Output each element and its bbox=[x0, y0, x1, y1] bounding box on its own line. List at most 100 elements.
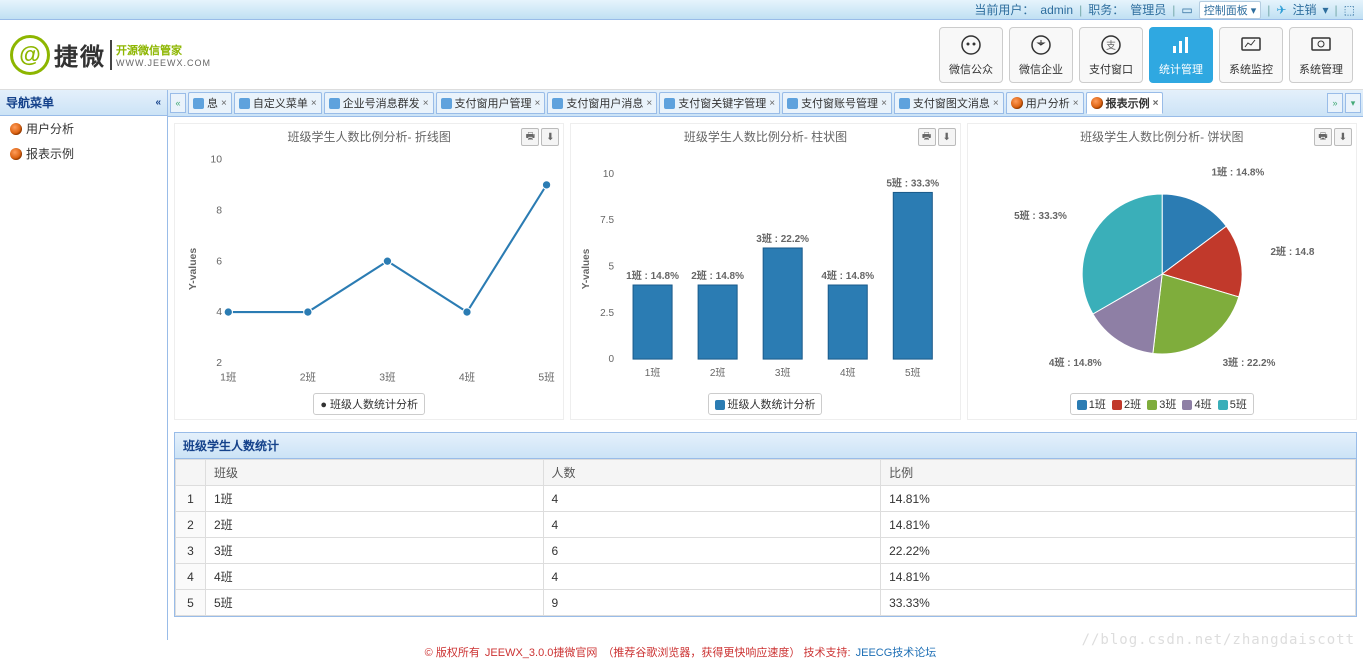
pie-chart: 1班 : 14.8%2班 : 14.83班 : 22.2%4班 : 14.8%5… bbox=[972, 149, 1352, 389]
tab-支付窗图文消息[interactable]: 支付窗图文消息× bbox=[894, 92, 1004, 114]
svg-text:5班 : 33.3%: 5班 : 33.3% bbox=[887, 176, 940, 189]
module-微信公众[interactable]: 微信公众 bbox=[939, 27, 1003, 83]
table-row[interactable]: 22班414.81% bbox=[176, 512, 1356, 538]
svg-text:1班: 1班 bbox=[220, 372, 236, 384]
tab-支付窗用户消息[interactable]: 支付窗用户消息× bbox=[547, 92, 657, 114]
tab-用户分析[interactable]: 用户分析× bbox=[1006, 92, 1084, 114]
svg-text:5班: 5班 bbox=[538, 372, 554, 384]
module-buttons: 微信公众微信企业支支付窗口统计管理系统监控系统管理 bbox=[939, 27, 1353, 83]
tech-link[interactable]: JEECG技术论坛 bbox=[856, 647, 937, 659]
close-icon[interactable]: × bbox=[993, 98, 999, 109]
close-icon[interactable]: × bbox=[1073, 98, 1079, 109]
svg-text:2班 : 14.8: 2班 : 14.8 bbox=[1270, 245, 1314, 258]
logo-sub: 开源微信管家 bbox=[116, 42, 211, 58]
table-row[interactable]: 44班414.81% bbox=[176, 564, 1356, 590]
svg-text:3班: 3班 bbox=[379, 372, 395, 384]
svg-text:2班: 2班 bbox=[710, 367, 726, 379]
col-人数: 人数 bbox=[543, 460, 881, 486]
svg-text:7.5: 7.5 bbox=[600, 215, 614, 226]
tab-scroll-left[interactable]: « bbox=[170, 93, 186, 113]
table-row[interactable]: 11班414.81% bbox=[176, 486, 1356, 512]
tab-scroll-right[interactable]: » bbox=[1327, 93, 1343, 113]
svg-text:1班: 1班 bbox=[645, 367, 661, 379]
module-支付窗口[interactable]: 支支付窗口 bbox=[1079, 27, 1143, 83]
svg-text:4班: 4班 bbox=[459, 372, 475, 384]
data-table: 班级人数比例 11班414.81%22班414.81%33班622.22%44班… bbox=[175, 459, 1356, 616]
svg-text:5: 5 bbox=[609, 262, 615, 273]
divider: | bbox=[1079, 3, 1082, 17]
module-系统管理[interactable]: 系统管理 bbox=[1289, 27, 1353, 83]
table-title: 班级学生人数统计 bbox=[175, 433, 1356, 459]
svg-text:6: 6 bbox=[216, 256, 222, 267]
sidebar-item-用户分析[interactable]: 用户分析 bbox=[0, 116, 167, 141]
logout-arrow[interactable]: ▾ bbox=[1323, 3, 1329, 17]
close-icon[interactable]: × bbox=[769, 98, 775, 109]
tab-企业号消息群发[interactable]: 企业号消息群发× bbox=[324, 92, 434, 114]
site-link[interactable]: JEEWX_3.0.0捷微官网 bbox=[485, 647, 597, 659]
logo: @ 捷微 开源微信管家 WWW.JEEWX.COM bbox=[10, 35, 211, 75]
close-icon[interactable]: × bbox=[881, 98, 887, 109]
table-row[interactable]: 33班622.22% bbox=[176, 538, 1356, 564]
close-icon[interactable]: × bbox=[423, 98, 429, 109]
tab-menu[interactable]: ▾ bbox=[1345, 93, 1361, 113]
svg-text:4班 : 14.8%: 4班 : 14.8% bbox=[822, 269, 875, 282]
sidebar: 导航菜单 « 用户分析报表示例 bbox=[0, 90, 168, 640]
sidebar-title: 导航菜单 bbox=[6, 94, 54, 111]
line-chart: 246810Y-values1班2班3班4班5班 bbox=[179, 149, 559, 389]
svg-text:2班: 2班 bbox=[300, 372, 316, 384]
tab-icon bbox=[239, 98, 250, 109]
legend-bar[interactable]: 班级人数统计分析 bbox=[708, 393, 822, 415]
tab-icon bbox=[787, 98, 798, 109]
col-班级: 班级 bbox=[206, 460, 544, 486]
download-icon[interactable]: ⬇ bbox=[938, 128, 956, 146]
tab-bar: « 息×自定义菜单×企业号消息群发×支付窗用户管理×支付窗用户消息×支付窗关键字… bbox=[168, 90, 1363, 117]
tab-支付窗关键字管理[interactable]: 支付窗关键字管理× bbox=[659, 92, 780, 114]
control-panel-button[interactable]: 控制面板 ▾ bbox=[1199, 1, 1262, 19]
legend-line[interactable]: ● 班级人数统计分析 bbox=[313, 393, 425, 415]
tab-自定义菜单[interactable]: 自定义菜单× bbox=[234, 92, 322, 114]
charts-row: 🖶 ⬇ 班级学生人数比例分析- 折线图 246810Y-values1班2班3班… bbox=[168, 117, 1363, 426]
svg-text:支: 支 bbox=[1106, 40, 1116, 52]
logout-link[interactable]: 注销 bbox=[1292, 1, 1316, 18]
table-row[interactable]: 55班933.33% bbox=[176, 590, 1356, 616]
tab-报表示例[interactable]: 报表示例× bbox=[1086, 92, 1164, 114]
close-icon[interactable]: × bbox=[311, 98, 317, 109]
download-icon[interactable]: ⬇ bbox=[1334, 128, 1352, 146]
module-微信企业[interactable]: 微信企业 bbox=[1009, 27, 1073, 83]
fullscreen-icon[interactable]: ⬚ bbox=[1344, 3, 1355, 17]
divider: | bbox=[1267, 3, 1270, 17]
svg-text:10: 10 bbox=[603, 169, 615, 180]
svg-text:4班 : 14.8%: 4班 : 14.8% bbox=[1049, 356, 1102, 369]
svg-text:2.5: 2.5 bbox=[600, 308, 614, 319]
svg-text:2: 2 bbox=[216, 358, 222, 369]
print-icon[interactable]: 🖶 bbox=[1314, 128, 1332, 146]
tab-支付窗账号管理[interactable]: 支付窗账号管理× bbox=[782, 92, 892, 114]
close-icon[interactable]: × bbox=[535, 98, 541, 109]
module-统计管理[interactable]: 统计管理 bbox=[1149, 27, 1213, 83]
close-icon[interactable]: × bbox=[221, 98, 227, 109]
content: « 息×自定义菜单×企业号消息群发×支付窗用户管理×支付窗用户消息×支付窗关键字… bbox=[168, 90, 1363, 640]
doc-icon[interactable]: ▭ bbox=[1181, 3, 1192, 17]
pie-legend: 1班 2班 3班 4班 5班 bbox=[972, 393, 1352, 415]
print-icon[interactable]: 🖶 bbox=[918, 128, 936, 146]
close-icon[interactable]: × bbox=[1153, 98, 1159, 109]
tab-支付窗用户管理[interactable]: 支付窗用户管理× bbox=[436, 92, 546, 114]
module-系统监控[interactable]: 系统监控 bbox=[1219, 27, 1283, 83]
tab-息[interactable]: 息× bbox=[188, 92, 232, 114]
copyright-prefix: © 版权所有 bbox=[425, 647, 483, 659]
print-icon[interactable]: 🖶 bbox=[521, 128, 539, 146]
svg-text:5班: 5班 bbox=[905, 367, 921, 379]
svg-text:3班 : 22.2%: 3班 : 22.2% bbox=[1222, 356, 1275, 369]
collapse-sidebar-icon[interactable]: « bbox=[155, 97, 161, 108]
svg-text:Y-values: Y-values bbox=[581, 248, 592, 289]
pie-legend-box[interactable]: 1班 2班 3班 4班 5班 bbox=[1070, 393, 1254, 415]
bar-chart: 02.557.510Y-values1班 : 14.8%2班 : 14.8%3班… bbox=[575, 149, 955, 389]
download-icon[interactable]: ⬇ bbox=[541, 128, 559, 146]
chart-bar-title: 班级学生人数比例分析- 柱状图 bbox=[575, 128, 955, 145]
svg-text:8: 8 bbox=[216, 205, 222, 216]
footer: © 版权所有 JEEWX_3.0.0捷微官网 （推荐谷歌浏览器，获得更快响应速度… bbox=[0, 644, 1363, 660]
sidebar-item-报表示例[interactable]: 报表示例 bbox=[0, 141, 167, 166]
logo-divider bbox=[110, 40, 112, 70]
divider: | bbox=[1335, 3, 1338, 17]
close-icon[interactable]: × bbox=[646, 98, 652, 109]
